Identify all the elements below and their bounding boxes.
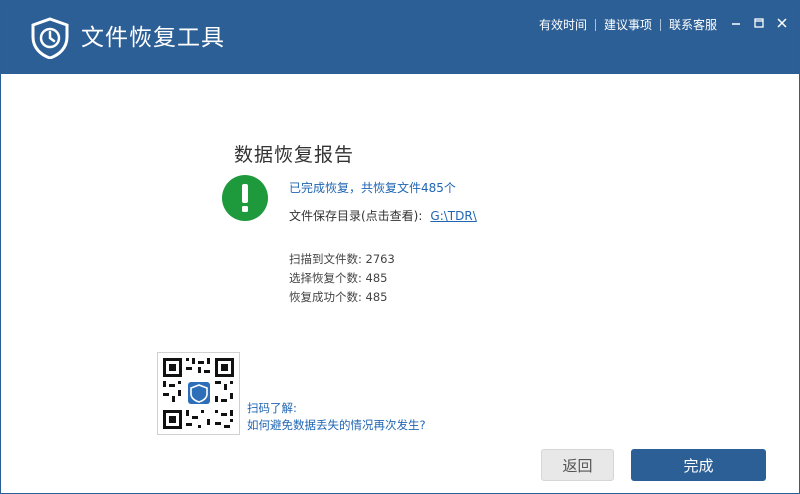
- exclamation-circle-icon: [222, 175, 268, 221]
- close-icon[interactable]: [775, 15, 789, 31]
- valid-time-link[interactable]: 有效时间: [539, 16, 587, 33]
- stat-value: 485: [365, 271, 388, 285]
- app-title: 文件恢复工具: [81, 25, 225, 51]
- report-title: 数据恢复报告: [234, 144, 355, 166]
- stat-value: 2763: [365, 252, 395, 266]
- save-directory-link[interactable]: G:\TDR\: [430, 209, 476, 223]
- stat-label: 恢复成功个数:: [289, 290, 362, 304]
- qr-code-image: [158, 353, 239, 434]
- recovery-stats: 扫描到文件数: 2763 选择恢复个数: 485 恢复成功个数: 485: [289, 250, 395, 307]
- stat-label: 选择恢复个数:: [289, 271, 362, 285]
- header-links: 有效时间 建议事项 联系客服: [539, 16, 717, 33]
- title-bar: 文件恢复工具 有效时间 建议事项 联系客服: [1, 1, 799, 74]
- qr-caption-label: 扫码了解:: [247, 401, 297, 415]
- stat-row-scanned: 扫描到文件数: 2763: [289, 250, 395, 269]
- divider: [659, 18, 661, 31]
- save-directory: 文件保存目录(点击查看): G:\TDR\: [289, 207, 477, 224]
- maximize-icon[interactable]: [752, 15, 766, 31]
- stat-row-success: 恢复成功个数: 485: [289, 288, 395, 307]
- stat-row-selected: 选择恢复个数: 485: [289, 269, 395, 288]
- contact-support-link[interactable]: 联系客服: [669, 16, 717, 33]
- qr-caption: 扫码了解: 如何避免数据丢失的情况再次发生?: [247, 400, 426, 434]
- app-window: 文件恢复工具 有效时间 建议事项 联系客服 数据恢复报告 已完成恢复，共恢复文件…: [0, 0, 800, 494]
- data-loss-help-link[interactable]: 如何避免数据丢失的情况再次发生?: [247, 417, 426, 434]
- minimize-icon[interactable]: [729, 15, 743, 31]
- window-controls: [729, 15, 789, 31]
- shield-clock-icon: [31, 17, 69, 59]
- completion-message: 已完成恢复，共恢复文件485个: [289, 181, 456, 195]
- divider: [594, 18, 596, 31]
- save-directory-label: 文件保存目录(点击查看):: [289, 209, 423, 223]
- stat-label: 扫描到文件数:: [289, 252, 362, 266]
- finish-button[interactable]: 完成: [631, 449, 766, 481]
- qr-code: [157, 352, 240, 435]
- back-button[interactable]: 返回: [541, 449, 614, 481]
- stat-value: 485: [365, 290, 388, 304]
- suggestions-link[interactable]: 建议事项: [604, 16, 652, 33]
